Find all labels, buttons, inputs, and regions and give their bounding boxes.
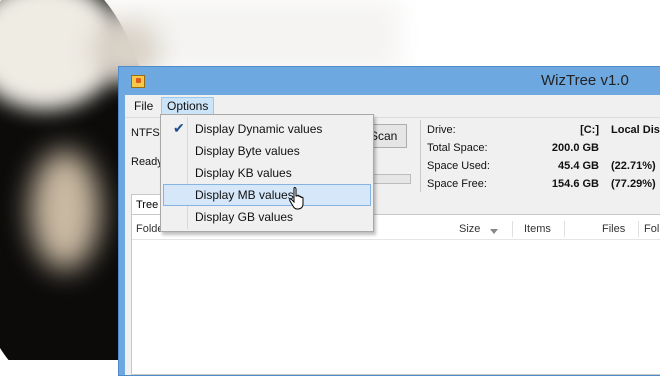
total-space-label: Total Space: — [427, 142, 488, 154]
column-items[interactable]: Items — [524, 223, 551, 235]
menu-options[interactable]: Options — [161, 97, 215, 115]
menu-item-label: Display MB values — [195, 188, 294, 202]
space-free-percent: (77.29%) — [611, 178, 656, 190]
drive-name: Local Disk — [611, 124, 660, 136]
menu-file[interactable]: File — [129, 97, 158, 115]
menu-item-byte-values[interactable]: Display Byte values — [163, 140, 371, 162]
column-files[interactable]: Files — [602, 223, 625, 235]
column-folders[interactable]: Fol — [644, 223, 659, 235]
total-space-value: 200.0 GB — [551, 142, 599, 154]
total-space-row: Total Space: 200.0 GB — [427, 140, 660, 158]
menu-item-label: Display KB values — [195, 166, 292, 180]
mouse-cursor-icon — [289, 187, 304, 210]
column-size[interactable]: Size — [459, 223, 480, 235]
space-free-value: 154.6 GB — [551, 178, 599, 190]
status-ready: Ready — [131, 156, 163, 168]
menu-item-kb-values[interactable]: Display KB values — [163, 162, 371, 184]
drive-row: Drive: [C:] Local Disk — [427, 122, 660, 140]
column-divider — [564, 221, 565, 237]
checkmark-icon: ✔ — [173, 120, 185, 136]
ntfs-label: NTFS — [131, 127, 160, 139]
sort-descending-icon — [490, 229, 498, 234]
menu-item-gb-values[interactable]: Display GB values — [163, 206, 371, 228]
space-used-percent: (22.71%) — [611, 160, 656, 172]
space-free-label: Space Free: — [427, 178, 487, 190]
tree-panel[interactable]: Folder Percent of Parent Size Items File… — [131, 214, 660, 375]
column-divider — [638, 221, 639, 237]
space-used-label: Space Used: — [427, 160, 490, 172]
space-used-value: 45.4 GB — [558, 160, 599, 172]
app-icon[interactable] — [131, 75, 145, 88]
space-used-row: Space Used: 45.4 GB (22.71%) — [427, 158, 660, 176]
drive-info: Drive: [C:] Local Disk Total Space: 200.… — [427, 122, 660, 194]
menu-item-label: Display Dynamic values — [195, 122, 323, 136]
window-title: WizTree v1.0 — [541, 72, 629, 89]
options-dropdown: ✔ Display Dynamic values Display Byte va… — [160, 114, 374, 232]
menu-item-dynamic-values[interactable]: ✔ Display Dynamic values — [163, 118, 371, 140]
menu-item-label: Display GB values — [195, 210, 294, 224]
drive-value: [C:] — [580, 124, 599, 136]
drive-label: Drive: — [427, 124, 456, 136]
menu-item-label: Display Byte values — [195, 144, 300, 158]
divider — [420, 120, 421, 192]
menu-item-mb-values[interactable]: Display MB values — [163, 184, 371, 206]
column-divider — [512, 221, 513, 237]
space-free-row: Space Free: 154.6 GB (77.29%) — [427, 176, 660, 194]
title-bar[interactable]: WizTree v1.0 — [119, 67, 660, 95]
